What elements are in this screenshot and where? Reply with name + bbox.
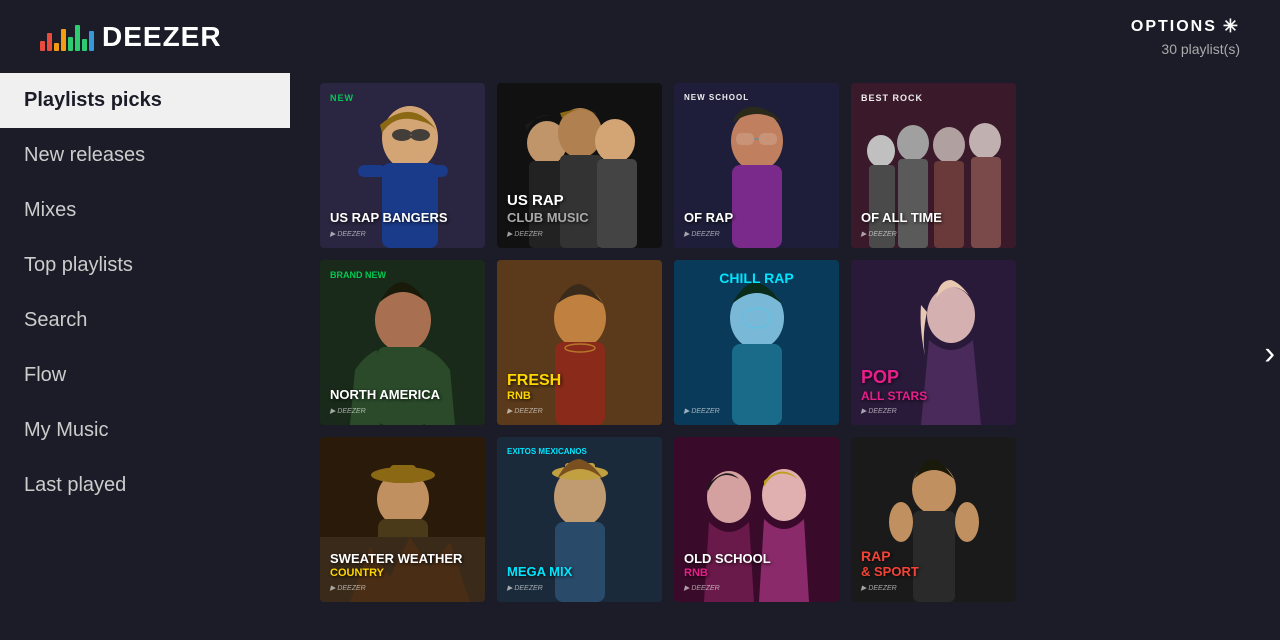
deezer-badge: ▶ DEEZER bbox=[330, 407, 475, 415]
card-title: US RAP bbox=[507, 192, 652, 210]
header-right: OPTIONS ✳ 30 playlist(s) bbox=[1131, 16, 1240, 57]
playlist-card-rap-sport[interactable]: RAP & SPORT ▶ DEEZER bbox=[851, 437, 1016, 602]
next-arrow-button[interactable]: › bbox=[1264, 335, 1275, 372]
playlist-card-new-school-rap[interactable]: NEW SCHOOL OF RAP ▶ DEEZER bbox=[674, 83, 839, 248]
card-title: OF RAP bbox=[684, 210, 829, 226]
grid-row-3: SWEATER WEATHER COUNTRY ▶ DEEZER EX bbox=[320, 437, 1260, 602]
deezer-badge: ▶ DEEZER bbox=[861, 230, 1006, 238]
card-overlay: CHILL RAP ▶ DEEZER bbox=[674, 260, 839, 425]
deezer-badge: ▶ DEEZER bbox=[507, 584, 652, 592]
card-overlay: POP ALL STARS ▶ DEEZER bbox=[851, 260, 1016, 425]
star-icon: ✳ bbox=[1223, 16, 1240, 37]
logo-icon bbox=[40, 23, 94, 51]
card-title: POP bbox=[861, 367, 1006, 389]
playlist-card-old-school-rnb[interactable]: OLD SCHOOL RNB ▶ DEEZER bbox=[674, 437, 839, 602]
card-overlay: EXITOS MEXICANOS MEGA MIX ▶ DEEZER bbox=[497, 437, 662, 602]
deezer-badge: ▶ DEEZER bbox=[684, 584, 829, 592]
card-overlay: NEW SCHOOL OF RAP ▶ DEEZER bbox=[674, 83, 839, 248]
sidebar-item-last-played[interactable]: Last played bbox=[0, 458, 290, 513]
grid-row-1: NEW US RAP BANGERS ▶ DEEZER bbox=[320, 83, 1260, 248]
card-title: FRESH bbox=[507, 371, 652, 390]
card-title: US RAP BANGERS bbox=[330, 210, 475, 226]
sidebar-item-top-playlists[interactable]: Top playlists bbox=[0, 238, 290, 293]
playlist-card-brand-new[interactable]: BRAND NEW NORTH AMERICA ▶ DEEZER bbox=[320, 260, 485, 425]
card-top-label: BEST ROCK bbox=[861, 93, 923, 103]
header: DEEZER OPTIONS ✳ 30 playlist(s) bbox=[0, 0, 1280, 73]
grid-row-2: BRAND NEW NORTH AMERICA ▶ DEEZER FRESH bbox=[320, 260, 1260, 425]
playlist-card-exitos-mexicanos[interactable]: EXITOS MEXICANOS MEGA MIX ▶ DEEZER bbox=[497, 437, 662, 602]
card-overlay: NEW US RAP BANGERS ▶ DEEZER bbox=[320, 83, 485, 248]
card-subtitle: CLUB MUSIC bbox=[507, 210, 652, 226]
card-overlay: FRESH RNB ▶ DEEZER bbox=[497, 260, 662, 425]
sidebar-item-playlists-picks[interactable]: Playlists picks bbox=[0, 73, 290, 128]
card-subtitle: RNB bbox=[507, 390, 652, 403]
playlist-card-pop-stars[interactable]: POP ALL STARS ▶ DEEZER bbox=[851, 260, 1016, 425]
playlist-card-sweater-weather[interactable]: SWEATER WEATHER COUNTRY ▶ DEEZER bbox=[320, 437, 485, 602]
card-top-label: NEW SCHOOL bbox=[684, 93, 749, 102]
logo-text: DEEZER bbox=[102, 21, 222, 53]
card-overlay: US RAP CLUB MUSIC ▶ DEEZER bbox=[497, 83, 662, 248]
card-overlay: BEST ROCK OF ALL TIME ▶ DEEZER bbox=[851, 83, 1016, 248]
card-overlay: SWEATER WEATHER COUNTRY ▶ DEEZER bbox=[320, 437, 485, 602]
card-title: OLD SCHOOL bbox=[684, 551, 829, 567]
sidebar-item-mixes[interactable]: Mixes bbox=[0, 183, 290, 238]
sidebar-item-my-music[interactable]: My Music bbox=[0, 403, 290, 458]
sidebar-item-search[interactable]: Search bbox=[0, 293, 290, 348]
deezer-badge: ▶ DEEZER bbox=[330, 230, 475, 238]
card-subtitle: RNB bbox=[684, 567, 829, 580]
sidebar: Playlists picks New releases Mixes Top p… bbox=[0, 73, 290, 633]
playlist-card-best-rock[interactable]: BEST ROCK OF ALL TIME ▶ DEEZER bbox=[851, 83, 1016, 248]
deezer-badge: ▶ DEEZER bbox=[861, 407, 1006, 415]
card-title: MEGA MIX bbox=[507, 564, 652, 580]
card-title: RAP bbox=[861, 548, 1006, 565]
playlist-card-us-rap-club[interactable]: US RAP CLUB MUSIC ▶ DEEZER bbox=[497, 83, 662, 248]
deezer-badge: ▶ DEEZER bbox=[684, 407, 829, 415]
playlist-card-fresh-rnb[interactable]: FRESH RNB ▶ DEEZER bbox=[497, 260, 662, 425]
options-button[interactable]: OPTIONS ✳ bbox=[1131, 16, 1240, 37]
card-overlay: RAP & SPORT ▶ DEEZER bbox=[851, 437, 1016, 602]
card-title: OF ALL TIME bbox=[861, 210, 1006, 226]
card-overlay: BRAND NEW NORTH AMERICA ▶ DEEZER bbox=[320, 260, 485, 425]
deezer-badge: ▶ DEEZER bbox=[507, 407, 652, 415]
card-title: SWEATER WEATHER bbox=[330, 551, 475, 567]
playlist-count: 30 playlist(s) bbox=[1161, 41, 1240, 57]
playlist-card-chill-rap[interactable]: CHILL RAP ▶ DEEZER bbox=[674, 260, 839, 425]
deezer-badge: ▶ DEEZER bbox=[507, 230, 652, 238]
deezer-badge: ▶ DEEZER bbox=[684, 230, 829, 238]
sidebar-item-new-releases[interactable]: New releases bbox=[0, 128, 290, 183]
card-subtitle: COUNTRY bbox=[330, 567, 475, 580]
card-overlay: OLD SCHOOL RNB ▶ DEEZER bbox=[674, 437, 839, 602]
card-title: NORTH AMERICA bbox=[330, 387, 475, 403]
playlist-card-rap-bangers[interactable]: NEW US RAP BANGERS ▶ DEEZER bbox=[320, 83, 485, 248]
deezer-badge: ▶ DEEZER bbox=[330, 584, 475, 592]
logo: DEEZER bbox=[40, 21, 222, 53]
card-subtitle: ALL STARS bbox=[861, 389, 1006, 403]
sidebar-item-flow[interactable]: Flow bbox=[0, 348, 290, 403]
main-layout: Playlists picks New releases Mixes Top p… bbox=[0, 73, 1280, 633]
deezer-badge: ▶ DEEZER bbox=[861, 584, 1006, 592]
card-top-label: NEW bbox=[330, 93, 354, 103]
card-subtitle: & SPORT bbox=[861, 564, 1006, 580]
options-label: OPTIONS bbox=[1131, 18, 1217, 36]
playlist-grid: NEW US RAP BANGERS ▶ DEEZER bbox=[290, 73, 1280, 633]
